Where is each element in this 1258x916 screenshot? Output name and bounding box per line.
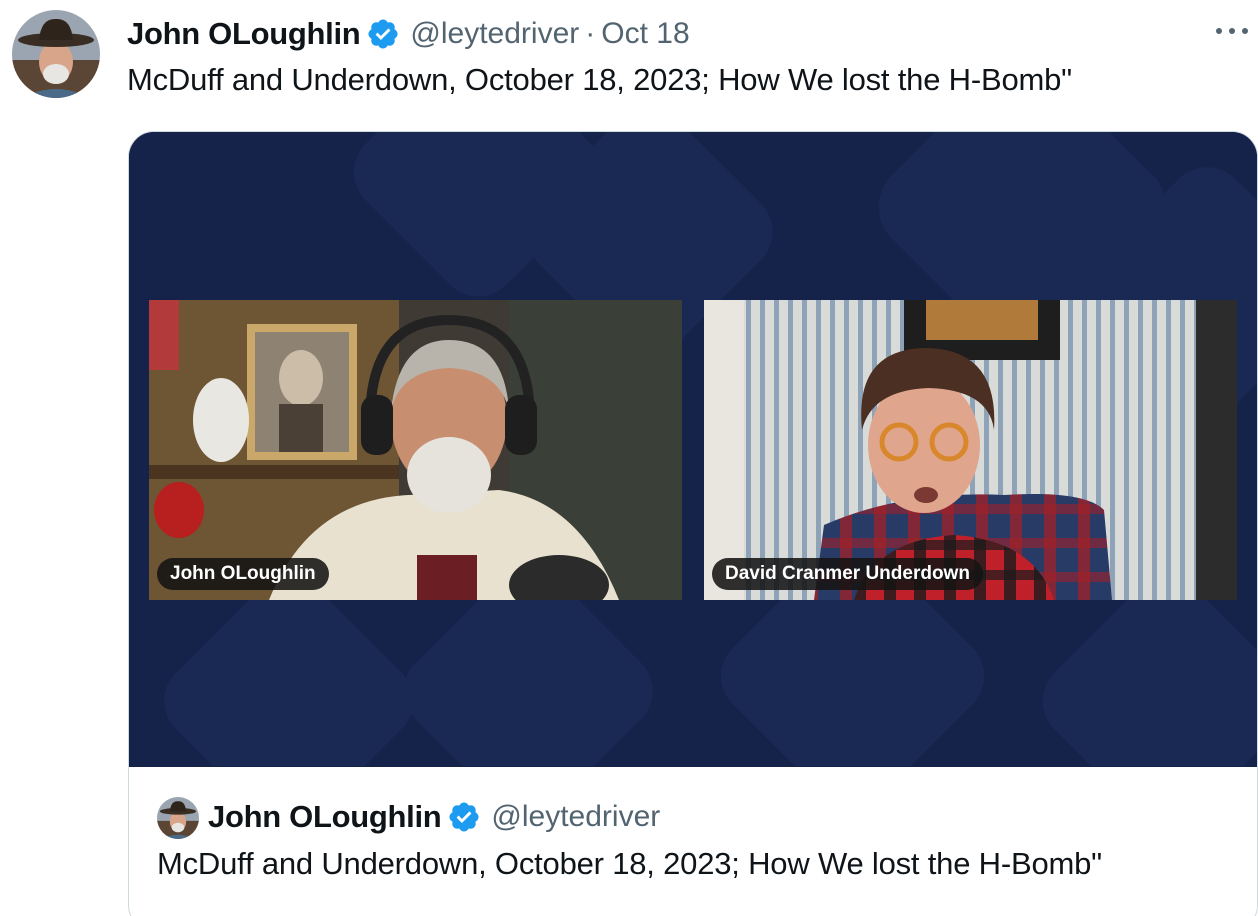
quoted-tweet-header: John OLoughlin @leytedriver: [208, 796, 660, 838]
video-preview[interactable]: John OLoughlin David Cranmer Underdown: [129, 132, 1257, 767]
quoted-tweet-text: McDuff and Underdown, October 18, 2023; …: [157, 846, 1102, 881]
participant-name-tag: John OLoughlin: [157, 558, 329, 590]
quoted-author-name[interactable]: John OLoughlin: [208, 799, 442, 835]
author-handle[interactable]: @leytedriver: [410, 17, 579, 51]
participant-tile-left[interactable]: John OLoughlin: [149, 300, 682, 600]
verified-badge-icon[interactable]: [447, 800, 481, 834]
tweet-header: John OLoughlin @leytedriver · Oct 18: [127, 12, 690, 56]
quoted-author-avatar[interactable]: [157, 797, 199, 839]
participant-video-right: [704, 300, 1237, 600]
tweet-date[interactable]: Oct 18: [601, 17, 689, 51]
participant-name-tag: David Cranmer Underdown: [712, 558, 983, 590]
separator-dot: ·: [585, 17, 596, 50]
participant-video-left: [149, 300, 682, 600]
author-name[interactable]: John OLoughlin: [127, 16, 361, 52]
author-avatar[interactable]: [12, 10, 100, 98]
verified-badge-icon[interactable]: [366, 17, 400, 51]
quoted-author-handle[interactable]: @leytedriver: [491, 800, 660, 834]
tweet-text: McDuff and Underdown, October 18, 2023; …: [127, 62, 1072, 97]
more-options-icon[interactable]: [1212, 16, 1252, 46]
participant-tile-right[interactable]: David Cranmer Underdown: [704, 300, 1237, 600]
